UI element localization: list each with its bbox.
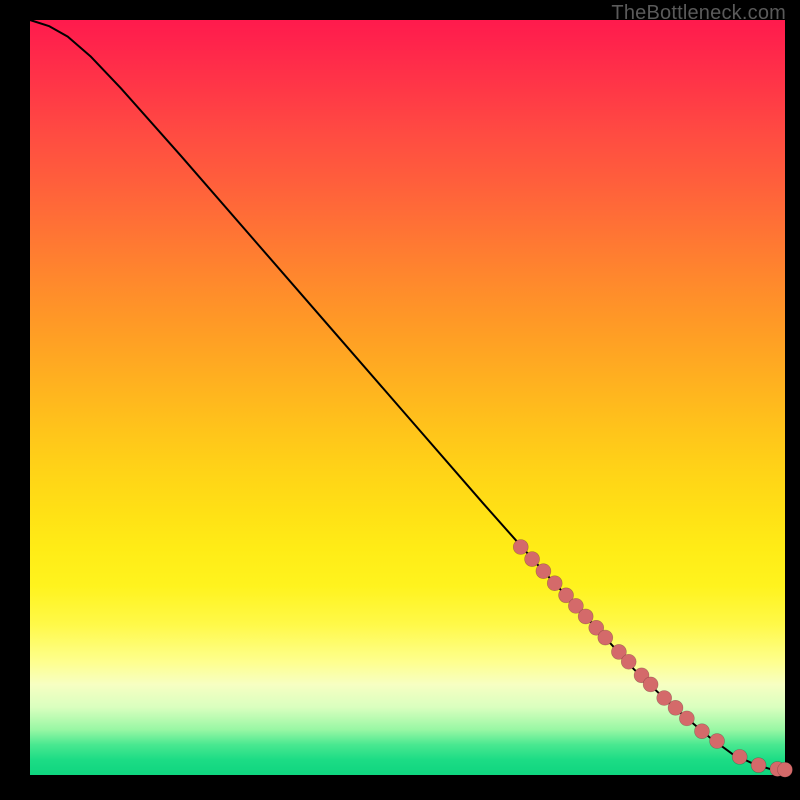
curve-marker [778, 762, 793, 777]
curve-marker [578, 609, 593, 624]
watermark-text: TheBottleneck.com [611, 2, 786, 25]
curve-marker [694, 724, 709, 739]
curve-marker [710, 734, 725, 749]
plot-area [30, 20, 785, 775]
curve-marker [679, 711, 694, 726]
marker-group [513, 539, 792, 777]
curve-marker [751, 758, 766, 773]
curve-marker [732, 749, 747, 764]
curve-marker [525, 552, 540, 567]
curve-marker [547, 576, 562, 591]
curve-marker [598, 630, 613, 645]
bottleneck-curve-line [30, 20, 785, 770]
curve-marker [536, 564, 551, 579]
chart-svg [30, 20, 785, 775]
chart-frame: TheBottleneck.com [0, 0, 800, 800]
curve-marker [513, 539, 528, 554]
curve-marker [668, 700, 683, 715]
curve-marker [621, 654, 636, 669]
curve-marker [643, 677, 658, 692]
